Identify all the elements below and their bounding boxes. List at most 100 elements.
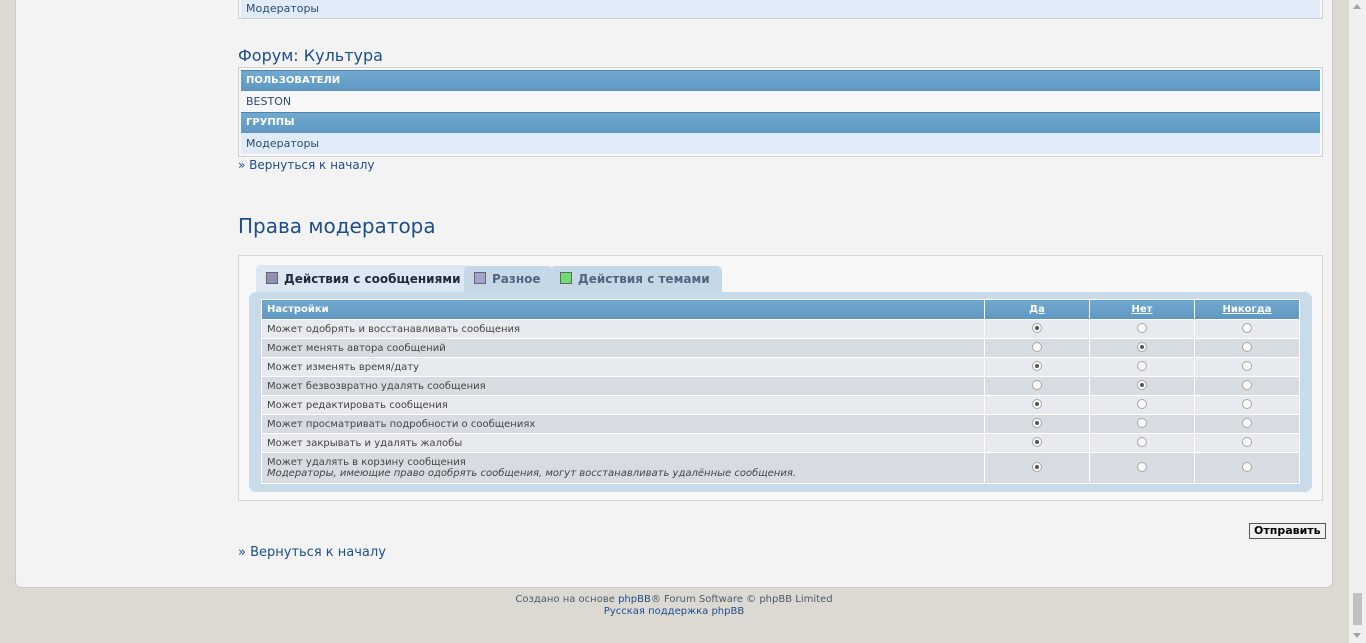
table-row: Может удалять в корзину сообщения Модерат…	[261, 452, 1300, 484]
tab-label: Действия с темами	[578, 272, 710, 286]
footer-prefix: Создано на основе	[515, 594, 619, 605]
radio-cell-no	[1089, 414, 1195, 434]
radio-cell-no	[1089, 433, 1195, 453]
radio-yes[interactable]	[1032, 341, 1042, 352]
footer-copyright: Создано на основе phpBB® Forum Software …	[0, 594, 1348, 605]
radio-cell-yes	[984, 414, 1090, 434]
radio-yes[interactable]	[1032, 379, 1042, 390]
permission-label: Может изменять время/дату	[267, 361, 419, 373]
permission-label-cell: Может одобрять и восстанавливать сообщен…	[261, 319, 985, 339]
scrollbar[interactable]	[1349, 0, 1366, 643]
header-yes[interactable]: Да	[984, 299, 1090, 320]
radio-yes[interactable]	[1032, 360, 1042, 371]
radio-cell-yes	[984, 395, 1090, 415]
radio-cell-no	[1089, 452, 1195, 484]
permission-label-cell: Может менять автора сообщений	[261, 338, 985, 358]
radio-cell-never	[1194, 452, 1300, 484]
radio-cell-never	[1194, 395, 1300, 415]
radio-never[interactable]	[1242, 461, 1252, 472]
radio-yes[interactable]	[1032, 436, 1042, 447]
radio-no[interactable]	[1137, 461, 1147, 472]
users-header: Пользователи	[241, 70, 1320, 91]
phpbb-link[interactable]: phpBB	[618, 594, 651, 605]
radio-cell-no	[1089, 338, 1195, 358]
prev-forum-box: Модераторы	[238, 0, 1323, 19]
color-swatch-icon	[560, 272, 572, 284]
user-item[interactable]: BESTON	[239, 91, 1322, 112]
table-row: Может закрывать и удалять жалобы	[261, 433, 1300, 453]
radio-cell-no	[1089, 319, 1195, 339]
permission-label-cell: Может просматривать подробности о сообще…	[261, 414, 985, 434]
permissions-panel: Действия с сообщениями Разное Действия с…	[238, 255, 1323, 501]
radio-cell-yes	[984, 452, 1090, 484]
permissions-table-body: Может одобрять и восстанавливать сообщен…	[261, 319, 1300, 484]
group-item[interactable]: Модераторы	[241, 133, 1320, 154]
scroll-thumb[interactable]	[1353, 593, 1362, 625]
table-row: Может менять автора сообщений	[261, 338, 1300, 358]
radio-cell-yes	[984, 433, 1090, 453]
tab-label: Действия с сообщениями	[284, 272, 461, 286]
table-row: Может одобрять и восстанавливать сообщен…	[261, 319, 1300, 339]
radio-cell-yes	[984, 376, 1090, 396]
radio-no[interactable]	[1137, 436, 1147, 447]
list-item-moderators-top[interactable]: Модераторы	[241, 0, 1320, 18]
radio-never[interactable]	[1242, 398, 1252, 409]
radio-no[interactable]	[1137, 360, 1147, 371]
radio-cell-yes	[984, 319, 1090, 339]
radio-never[interactable]	[1242, 341, 1252, 352]
permission-label: Может редактировать сообщения	[267, 399, 448, 411]
scroll-down-icon[interactable]	[1353, 633, 1361, 638]
radio-cell-never	[1194, 338, 1300, 358]
submit-button[interactable]: Отправить	[1249, 523, 1326, 539]
radio-cell-never	[1194, 433, 1300, 453]
permission-label-cell: Может изменять время/дату	[261, 357, 985, 377]
permission-label-cell: Может безвозвратно удалять сообщения	[261, 376, 985, 396]
radio-never[interactable]	[1242, 436, 1252, 447]
radio-never[interactable]	[1242, 379, 1252, 390]
permission-label-cell: Может удалять в корзину сообщения Модерат…	[261, 452, 985, 484]
radio-cell-yes	[984, 357, 1090, 377]
permission-label: Может безвозвратно удалять сообщения	[267, 380, 486, 392]
tab-label: Разное	[492, 272, 541, 286]
groups-header: Группы	[241, 112, 1320, 133]
radio-cell-no	[1089, 376, 1195, 396]
back-to-top-link-bottom[interactable]: » Вернуться к началу	[238, 545, 386, 560]
radio-never[interactable]	[1242, 322, 1252, 333]
radio-no[interactable]	[1137, 417, 1147, 428]
radio-never[interactable]	[1242, 360, 1252, 371]
tab-misc[interactable]: Разное	[464, 266, 553, 292]
permission-label: Может удалять в корзину сообщения	[267, 457, 466, 468]
radio-cell-never	[1194, 414, 1300, 434]
radio-cell-never	[1194, 319, 1300, 339]
radio-cell-yes	[984, 338, 1090, 358]
permission-label: Может закрывать и удалять жалобы	[267, 437, 463, 449]
scroll-up-icon[interactable]	[1353, 4, 1361, 9]
permission-note: Модераторы, имеющие право одобрять сообщ…	[267, 468, 797, 479]
radio-never[interactable]	[1242, 417, 1252, 428]
radio-cell-no	[1089, 395, 1195, 415]
tab-topic-actions[interactable]: Действия с темами	[550, 266, 722, 292]
header-settings: Настройки	[261, 299, 985, 320]
permission-label: Может менять автора сообщений	[267, 342, 446, 354]
header-no[interactable]: Нет	[1089, 299, 1195, 320]
radio-no[interactable]	[1137, 398, 1147, 409]
color-swatch-icon	[474, 272, 486, 284]
tab-post-actions[interactable]: Действия с сообщениями	[256, 265, 473, 293]
back-to-top-link[interactable]: » Вернуться к началу	[238, 158, 375, 172]
radio-no[interactable]	[1137, 322, 1147, 333]
permission-label: Может просматривать подробности о сообще…	[267, 418, 536, 430]
radio-yes[interactable]	[1032, 398, 1042, 409]
radio-cell-no	[1089, 357, 1195, 377]
header-never[interactable]: Никогда	[1194, 299, 1300, 320]
radio-yes[interactable]	[1032, 417, 1042, 428]
radio-cell-never	[1194, 357, 1300, 377]
permissions-table: Настройки Да Нет Никогда Может одобрять …	[261, 299, 1300, 484]
forum-permissions-box: Пользователи BESTON Группы Модераторы	[238, 67, 1323, 157]
radio-no[interactable]	[1137, 341, 1147, 352]
table-row: Может редактировать сообщения	[261, 395, 1300, 415]
radio-yes[interactable]	[1032, 322, 1042, 333]
radio-yes[interactable]	[1032, 461, 1042, 472]
radio-no[interactable]	[1137, 379, 1147, 390]
russian-support-link[interactable]: Русская поддержка phpBB	[604, 606, 744, 617]
tab-content: Настройки Да Нет Никогда Может одобрять …	[249, 292, 1312, 492]
